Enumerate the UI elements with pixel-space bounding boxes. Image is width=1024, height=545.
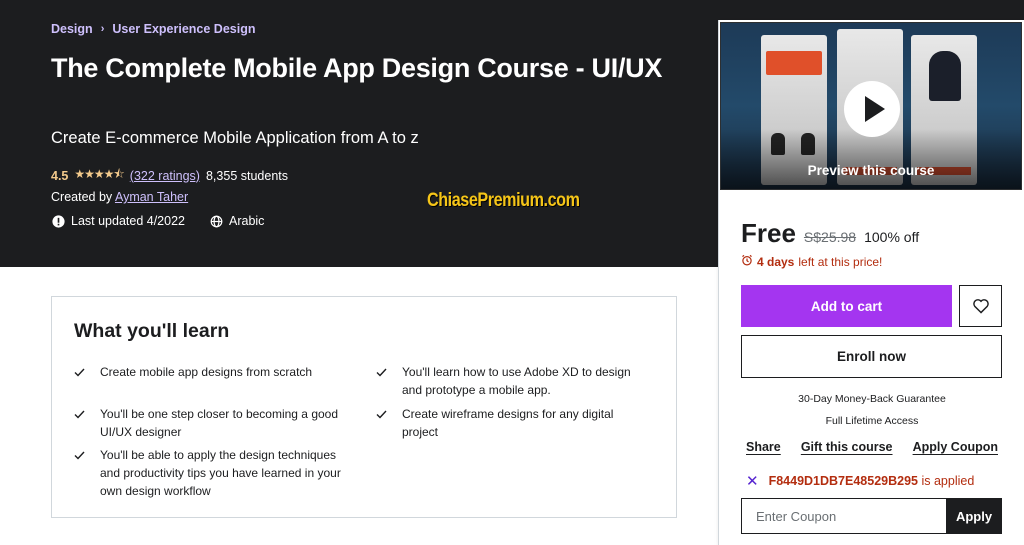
discount-percent: 100% off [864,229,920,245]
current-price: Free [741,218,796,248]
learn-item-text: Create mobile app designs from scratch [100,365,313,379]
globe-icon [209,214,223,228]
alert-badge-icon [51,214,65,228]
watermark-text: ChiasePremium.com [427,190,580,211]
learn-item: You'll be able to apply the design techn… [74,446,344,500]
money-back-guarantee: 30-Day Money-Back Guarantee [798,393,946,405]
learn-item-text: You'll learn how to use Adobe XD to desi… [402,365,631,397]
breadcrumb-design[interactable]: Design [51,22,93,36]
price-row: Free S$25.98 100% off [741,218,919,249]
breadcrumb: Design › User Experience Design [51,22,255,36]
check-icon [74,363,86,382]
course-preview-video[interactable]: Preview this course [720,22,1022,190]
heart-icon [972,299,989,314]
coupon-applied-text: is applied [921,474,975,488]
purchase-sidebar: Preview this course Free S$25.98 100% of… [718,20,1024,545]
play-icon [864,96,885,122]
check-icon [74,446,86,500]
learn-item-text: Create wireframe designs for any digital… [402,407,614,439]
rating-value: 4.5 [51,168,69,183]
preview-label: Preview this course [807,163,935,178]
learn-title: What you'll learn [74,320,230,342]
apply-coupon-button[interactable]: Apply [946,498,1002,534]
play-button[interactable] [844,81,900,137]
instructor-link[interactable]: Ayman Taher [115,190,188,204]
countdown-text: left at this price! [798,254,883,269]
star-rating-icon: ★★★★⯪ [74,167,124,181]
learn-item: You'll be one step closer to becoming a … [74,405,344,441]
coupon-input[interactable] [741,498,946,534]
learn-item: Create wireframe designs for any digital… [376,405,646,441]
countdown-days: 4 days [757,254,795,269]
students-count: 8,355 students [205,168,288,183]
sidebar-links: Share Gift this course Apply Coupon [746,440,998,454]
apply-coupon-link[interactable]: Apply Coupon [913,440,998,454]
gift-course-link[interactable]: Gift this course [801,440,893,454]
enroll-now-button[interactable]: Enroll now [741,335,1002,378]
coupon-form: Apply [741,498,1002,534]
original-price: S$25.98 [803,229,857,245]
add-to-cart-button[interactable]: Add to cart [741,285,952,327]
ratings-count-link[interactable]: (322 ratings) [130,169,200,183]
rating-row: 4.5 ★★★★⯪ (322 ratings) 8,355 students [51,165,288,186]
learn-item: Create mobile app designs from scratch [74,363,344,382]
course-title: The Complete Mobile App Design Course - … [51,53,663,83]
learn-item-text: You'll be able to apply the design techn… [100,448,341,498]
check-icon [74,405,86,441]
lifetime-access: Full Lifetime Access [825,415,919,427]
last-updated: Last updated 4/2022 [71,214,185,228]
remove-coupon-icon[interactable]: ✕ [746,472,759,490]
chevron-right-icon: › [100,23,105,35]
created-by: Created by Ayman Taher [51,190,188,204]
course-subtitle: Create E-commerce Mobile Application fro… [51,129,419,147]
check-icon [376,363,388,399]
wishlist-button[interactable] [959,285,1002,327]
learn-item: You'll learn how to use Adobe XD to desi… [376,363,646,399]
check-icon [376,405,388,441]
alarm-clock-icon [741,254,753,269]
learn-item-text: You'll be one step closer to becoming a … [100,407,339,439]
course-meta: Last updated 4/2022 Arabic [51,214,264,228]
applied-coupon: ✕ F8449D1DB7E48529B295 is applied [746,472,974,490]
created-by-label: Created by [51,190,113,204]
share-link[interactable]: Share [746,440,781,454]
what-youll-learn-section: What you'll learn Create mobile app desi… [51,296,677,518]
coupon-code: F8449D1DB7E48529B295 [768,474,918,488]
course-language: Arabic [229,214,265,228]
price-countdown: 4 days left at this price! [741,254,882,269]
breadcrumb-ux-design[interactable]: User Experience Design [112,22,255,36]
